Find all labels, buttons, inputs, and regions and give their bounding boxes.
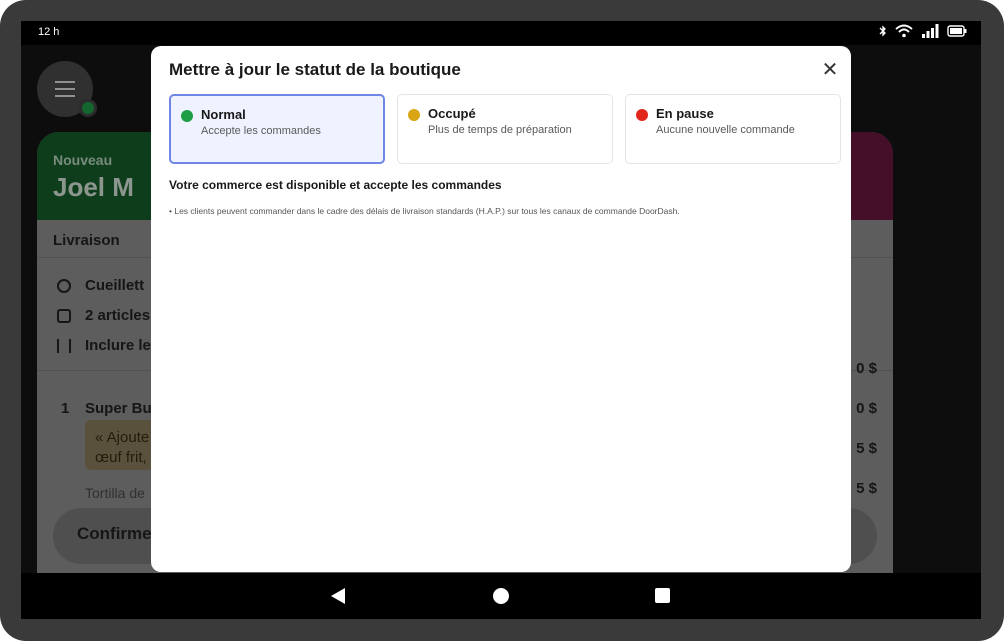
status-option-label: En pause <box>656 106 714 121</box>
status-time: 12 h <box>38 26 60 38</box>
tablet-frame: 12 h Nouveau Joel M Livraison Cueillett … <box>0 0 1004 641</box>
status-option-label: Occupé <box>428 106 476 121</box>
system-nav-bar <box>21 573 981 619</box>
status-dot-red <box>636 109 648 121</box>
merchant-app: Nouveau Joel M Livraison Cueillett 2 art… <box>21 45 981 573</box>
bluetooth-icon <box>879 25 886 37</box>
status-icons <box>879 24 967 38</box>
status-option-sublabel: Plus de temps de préparation <box>428 124 572 136</box>
home-icon[interactable] <box>493 588 509 604</box>
cellular-signal-icon <box>922 24 939 38</box>
battery-icon <box>947 25 967 37</box>
status-description-title: Votre commerce est disponible et accepte… <box>169 178 502 192</box>
status-bar: 12 h <box>21 21 981 45</box>
status-description-bullet: • Les clients peuvent commander dans le … <box>169 206 680 216</box>
tablet-screen: 12 h Nouveau Joel M Livraison Cueillett … <box>21 21 981 619</box>
status-option-busy[interactable]: Occupé Plus de temps de préparation <box>397 94 613 164</box>
recents-icon[interactable] <box>655 588 670 603</box>
status-option-normal[interactable]: Normal Accepte les commandes <box>169 94 385 164</box>
dialog-title: Mettre à jour le statut de la boutique <box>169 60 461 79</box>
store-status-dialog: Mettre à jour le statut de la boutique ✕… <box>151 46 851 572</box>
wifi-icon <box>895 24 913 38</box>
close-button[interactable]: ✕ <box>819 60 841 82</box>
status-option-paused[interactable]: En pause Aucune nouvelle commande <box>625 94 841 164</box>
status-option-sublabel: Accepte les commandes <box>201 125 321 137</box>
close-icon: ✕ <box>821 59 839 81</box>
status-option-sublabel: Aucune nouvelle commande <box>656 124 795 136</box>
status-dot-green <box>181 110 193 122</box>
status-option-label: Normal <box>201 107 246 122</box>
back-icon[interactable] <box>331 588 345 604</box>
status-dot-yellow <box>408 109 420 121</box>
